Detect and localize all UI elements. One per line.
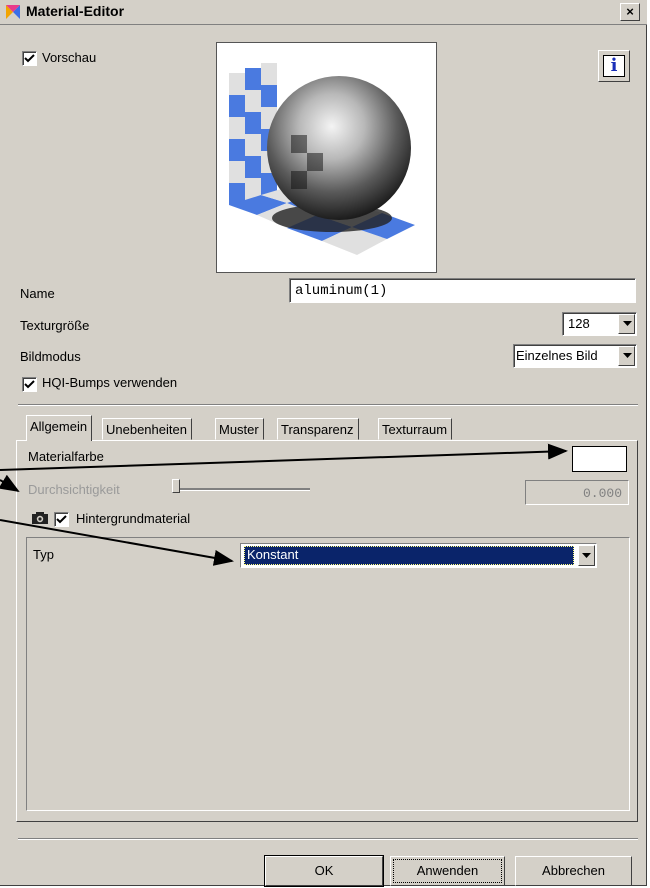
tab-label: Muster [219,422,259,437]
ok-button-label: OK [314,863,334,878]
tab-label: Transparenz [281,422,354,437]
image-mode-value: Einzelnes Bild [516,348,598,363]
opacity-slider[interactable] [172,479,180,493]
preview-checkbox[interactable] [22,51,37,66]
preview-label: Vorschau [42,50,97,65]
name-label: Name [20,286,55,301]
tab-allgemein[interactable]: Allgemein [26,415,93,441]
background-material-checkbox[interactable] [54,512,69,527]
tab-muster[interactable]: Muster [215,418,264,440]
name-input[interactable]: aluminum(1) [289,278,636,303]
type-label: Typ [33,547,54,562]
app-icon [6,5,20,19]
type-group [26,537,630,811]
image-mode-dropdown-button[interactable] [618,346,635,366]
type-select[interactable]: Konstant [240,543,597,568]
chevron-down-icon [623,321,632,326]
apply-button[interactable]: Anwenden [390,856,505,886]
tab-label: Texturraum [382,422,448,437]
hqi-bumps-label: HQI-Bumps verwenden [42,375,178,390]
info-button[interactable]: i [598,50,630,82]
material-preview-image [216,42,437,273]
background-material-label: Hintergrundmaterial [76,511,191,526]
close-button[interactable]: × [620,3,640,21]
hqi-bumps-checkbox[interactable] [22,377,37,392]
chevron-down-icon [582,553,591,558]
info-icon: i [603,55,625,77]
texture-size-value: 128 [568,316,590,331]
apply-button-label: Anwenden [416,863,479,878]
type-dropdown-button[interactable] [578,545,595,566]
material-color-swatch[interactable] [572,446,627,472]
divider [18,838,638,840]
divider [18,404,638,406]
tab-unebenheiten[interactable]: Unebenheiten [102,418,192,440]
cancel-button[interactable]: Abbrechen [515,856,632,886]
tab-transparenz[interactable]: Transparenz [277,418,359,440]
opacity-slider-track [176,488,310,491]
material-color-label: Materialfarbe [28,449,104,464]
image-mode-select[interactable]: Einzelnes Bild [513,344,637,368]
checkmark-icon [56,515,67,524]
camera-icon [32,512,48,524]
ok-button[interactable]: OK [264,855,384,887]
opacity-value: 0.000 [582,486,622,501]
image-mode-label: Bildmodus [20,349,81,364]
tab-label: Allgemein [30,419,88,434]
tab-texturraum[interactable]: Texturraum [378,418,453,440]
chevron-down-icon [623,353,632,358]
texture-size-label: Texturgröße [20,318,90,333]
window-title: Material-Editor [26,3,125,19]
close-icon: × [626,4,634,19]
material-editor-window: Material-Editor × Vorschau i Name alumin… [0,0,647,887]
title-bar: Material-Editor × [0,0,647,25]
checkmark-icon [24,54,35,63]
opacity-value-field[interactable]: 0.000 [525,480,629,505]
texture-size-dropdown-button[interactable] [618,314,635,334]
opacity-label: Durchsichtigkeit [28,482,120,497]
tab-label: Unebenheiten [106,422,187,437]
cancel-button-label: Abbrechen [542,863,605,878]
name-input-value: aluminum(1) [295,283,388,299]
texture-size-select[interactable]: 128 [562,312,637,336]
checkmark-icon [24,380,35,389]
sphere-preview-render [229,63,415,255]
type-value: Konstant [244,546,574,565]
